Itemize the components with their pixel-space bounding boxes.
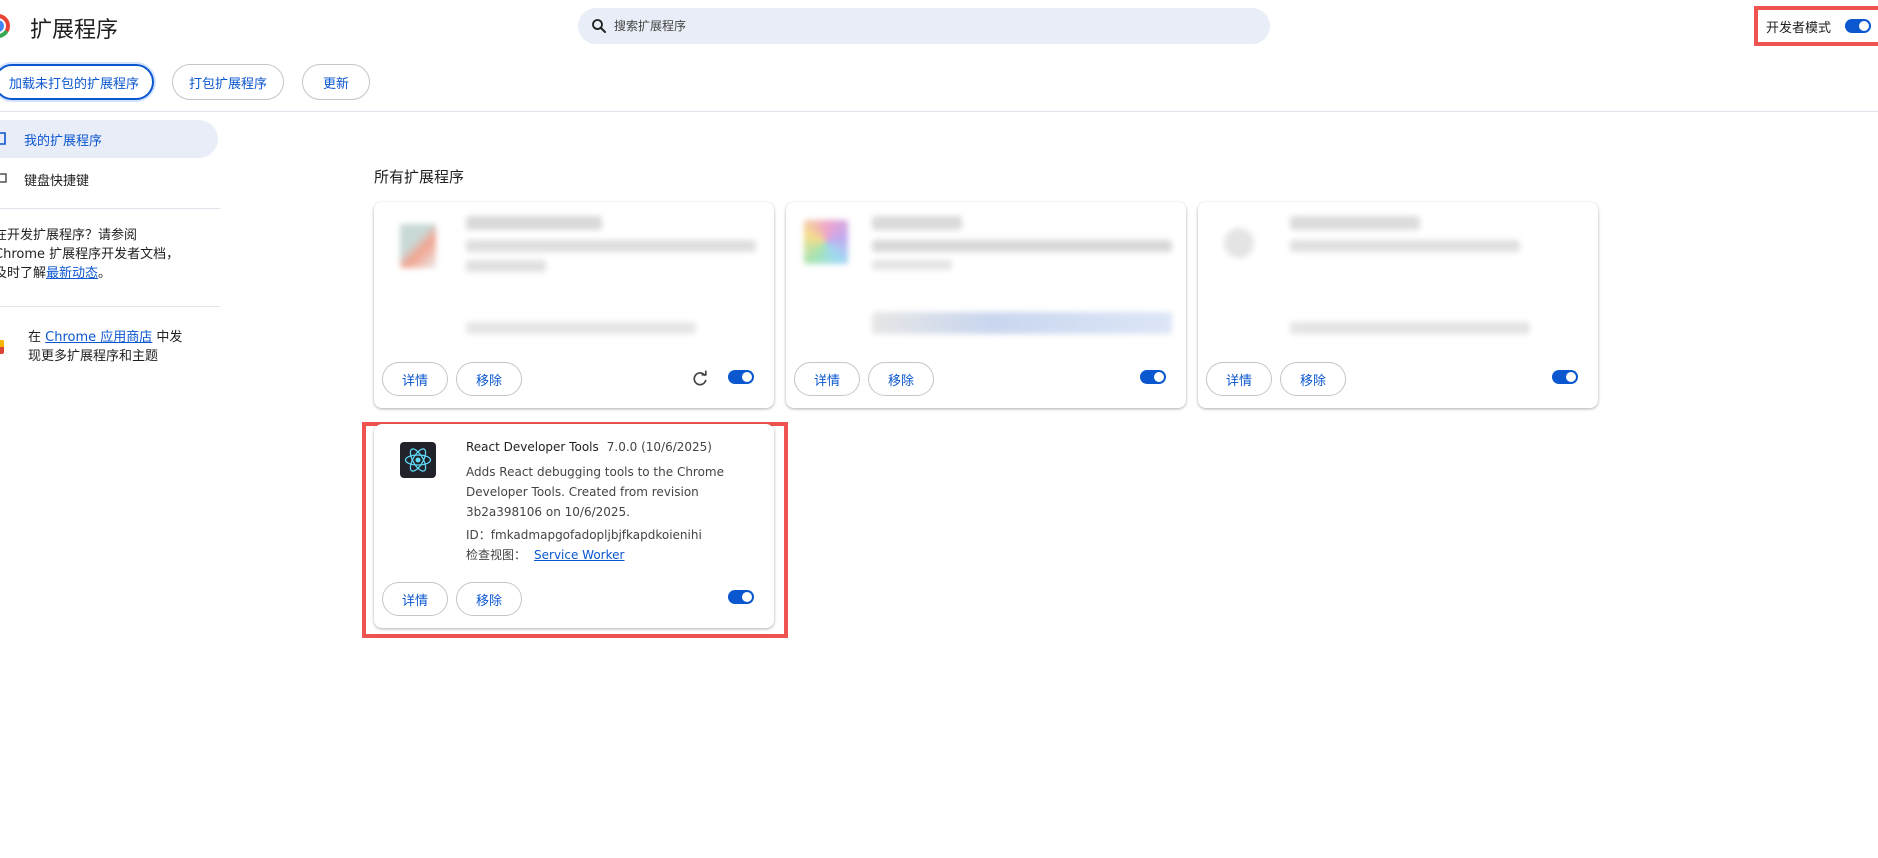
page-title: 扩展程序 bbox=[30, 18, 119, 43]
latest-news-link[interactable]: 最新动态 bbox=[46, 266, 98, 281]
extension-name: React Developer Tools 7.0.0 (10/6/2025) bbox=[466, 440, 712, 454]
extension-card-react-developer-tools: React Developer Tools 7.0.0 (10/6/2025) A… bbox=[374, 424, 774, 628]
sidebar-item-keyboard-shortcuts[interactable]: 键盘快捷键 bbox=[0, 160, 89, 198]
details-button[interactable]: 详情 bbox=[1206, 362, 1272, 396]
toolbar-divider bbox=[0, 111, 1878, 112]
sidebar-divider bbox=[0, 208, 220, 209]
web-store-text: 在 Chrome 应用商店 中发 现更多扩展程序和主题 bbox=[28, 330, 183, 364]
sidebar-item-label: 我的扩展程序 bbox=[24, 133, 103, 149]
search-box[interactable] bbox=[578, 8, 1270, 44]
developer-mode-toggle[interactable] bbox=[1845, 19, 1872, 33]
update-button[interactable]: 更新 bbox=[302, 64, 370, 100]
extension-card: 详情 移除 bbox=[786, 202, 1186, 408]
keyboard-icon bbox=[0, 172, 10, 186]
details-button[interactable]: 详情 bbox=[382, 362, 448, 396]
remove-button[interactable]: 移除 bbox=[456, 582, 522, 616]
details-button[interactable]: 详情 bbox=[794, 362, 860, 396]
developer-docs-text: 在开发扩展程序？请参阅 Chrome 扩展程序开发者文档， 及时了解最新动态。 bbox=[0, 228, 180, 281]
reload-icon[interactable] bbox=[690, 369, 710, 389]
search-input[interactable] bbox=[614, 19, 1214, 33]
web-store-icon bbox=[0, 340, 4, 354]
remove-button[interactable]: 移除 bbox=[868, 362, 934, 396]
extension-icon bbox=[804, 220, 848, 264]
puzzle-icon bbox=[0, 132, 10, 146]
remove-button[interactable]: 移除 bbox=[456, 362, 522, 396]
extension-enable-toggle[interactable] bbox=[728, 590, 754, 604]
developer-mode-label: 开发者模式 bbox=[1766, 20, 1832, 36]
sidebar-divider bbox=[0, 306, 220, 307]
pack-extension-button[interactable]: 打包扩展程序 bbox=[172, 64, 284, 100]
remove-button[interactable]: 移除 bbox=[1280, 362, 1346, 396]
extension-icon bbox=[400, 224, 436, 268]
extension-card: 详情 移除 bbox=[1198, 202, 1598, 408]
chrome-logo-icon bbox=[0, 14, 10, 38]
extension-version: 7.0.0 (10/6/2025) bbox=[606, 440, 712, 454]
section-title: 所有扩展程序 bbox=[374, 168, 465, 186]
extension-description: Adds React debugging tools to the Chrome… bbox=[466, 465, 725, 519]
sidebar-item-my-extensions[interactable]: 我的扩展程序 bbox=[0, 120, 218, 158]
extension-enable-toggle[interactable] bbox=[1140, 370, 1166, 384]
service-worker-link[interactable]: Service Worker bbox=[534, 548, 624, 562]
extension-enable-toggle[interactable] bbox=[728, 370, 754, 384]
load-unpacked-button[interactable]: 加载未打包的扩展程序 bbox=[0, 64, 154, 100]
developer-mode-control: 开发者模式 bbox=[1754, 6, 1878, 46]
extension-icon bbox=[1224, 228, 1254, 258]
sidebar-item-label: 键盘快捷键 bbox=[24, 173, 90, 189]
extension-id: ID：fmkadmapgofadopljbjfkapdkoienihi bbox=[466, 528, 702, 542]
inspect-views: 检查视图： Service Worker bbox=[466, 548, 625, 562]
details-button[interactable]: 详情 bbox=[382, 582, 448, 616]
chrome-web-store-link[interactable]: Chrome 应用商店 bbox=[45, 330, 152, 345]
extension-enable-toggle[interactable] bbox=[1552, 370, 1578, 384]
react-logo-icon bbox=[400, 442, 436, 478]
extension-card: 详情 移除 bbox=[374, 202, 774, 408]
search-icon bbox=[592, 19, 606, 33]
